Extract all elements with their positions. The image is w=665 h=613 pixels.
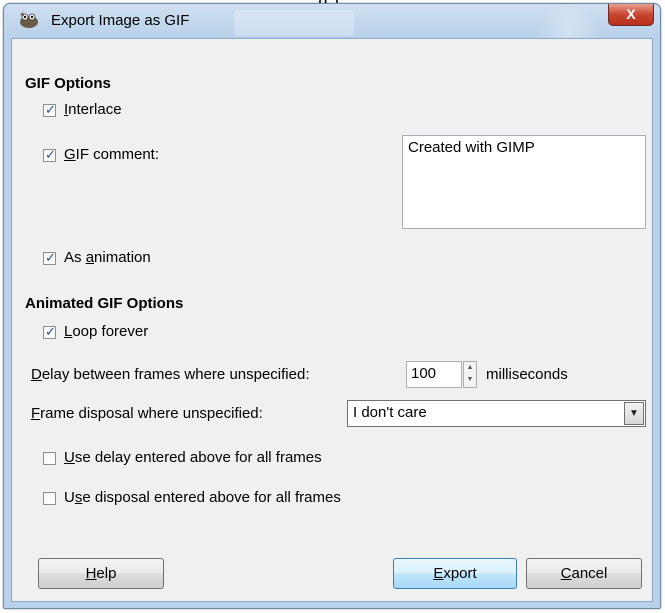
use-delay-label: Use delay entered above for all frames <box>64 449 322 466</box>
window-title: Export Image as GIF <box>51 12 190 29</box>
checkmark-icon: ✓ <box>45 324 56 339</box>
title-bar[interactable]: Export Image as GIF X <box>4 4 660 38</box>
background-blur <box>234 10 354 36</box>
checkmark-icon: ✓ <box>45 147 56 162</box>
frame-disposal-value: I don't care <box>353 404 427 421</box>
export-gif-dialog: Export Image as GIF X GIF Options ✓ Inte… <box>3 3 661 609</box>
gif-options-heading: GIF Options <box>25 75 111 92</box>
delay-unit-label: milliseconds <box>486 366 568 383</box>
close-icon: X <box>626 6 636 22</box>
loop-forever-label: Loop forever <box>64 323 149 340</box>
checkmark-icon: ✓ <box>45 102 56 117</box>
spin-up-icon[interactable]: ▲ <box>464 362 476 374</box>
gif-comment-checkbox[interactable]: ✓ <box>43 147 56 162</box>
use-disposal-checkbox[interactable] <box>43 492 56 505</box>
delay-spinner[interactable]: ▲ ▼ <box>463 361 477 388</box>
interlace-checkbox[interactable]: ✓ <box>43 102 56 117</box>
help-button[interactable]: Help <box>38 558 164 589</box>
dropdown-arrow-icon[interactable]: ▼ <box>624 402 644 425</box>
export-button[interactable]: Export <box>393 558 517 589</box>
animated-gif-options-heading: Animated GIF Options <box>25 295 184 312</box>
gif-comment-textarea[interactable]: Created with GIMP <box>402 135 646 229</box>
checkmark-icon: ✓ <box>45 250 56 265</box>
frame-disposal-label: Frame disposal where unspecified: <box>31 405 263 422</box>
loop-forever-checkbox[interactable]: ✓ <box>43 324 56 339</box>
delay-label: Delay between frames where unspecified: <box>31 366 310 383</box>
interlace-label: Interlace <box>64 101 122 118</box>
use-disposal-label: Use disposal entered above for all frame… <box>64 489 341 506</box>
spin-down-icon[interactable]: ▼ <box>464 374 476 386</box>
gif-comment-label: GIF comment: <box>64 146 160 163</box>
close-button[interactable]: X <box>608 4 654 26</box>
use-delay-checkbox[interactable] <box>43 452 56 465</box>
as-animation-label: As animation <box>64 249 151 266</box>
gimp-wilber-icon <box>18 11 40 29</box>
dialog-content: GIF Options ✓ Interlace ✓ GIF comment: C… <box>11 38 653 602</box>
delay-input[interactable]: 100 <box>406 361 462 388</box>
cancel-button[interactable]: Cancel <box>526 558 642 589</box>
background-blur <box>524 4 614 38</box>
frame-disposal-select[interactable]: I don't care ▼ <box>347 400 646 427</box>
as-animation-checkbox[interactable]: ✓ <box>43 250 56 265</box>
